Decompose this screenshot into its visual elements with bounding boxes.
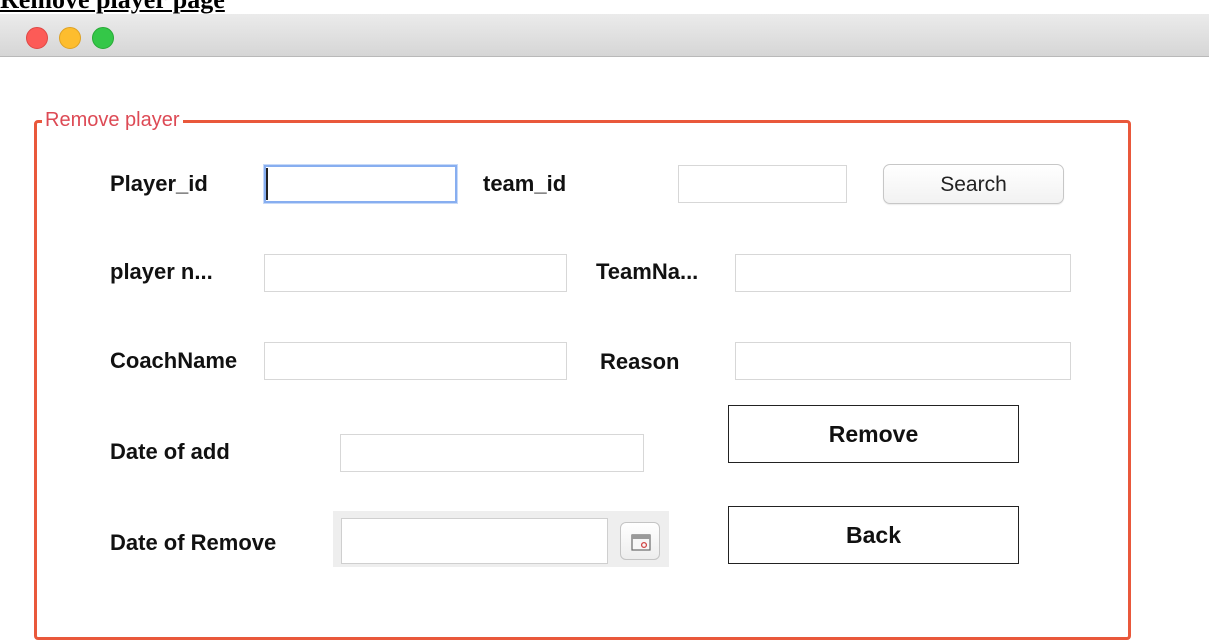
team-name-label: TeamNa... (596, 259, 699, 284)
calendar-icon (631, 534, 651, 551)
team-name-input[interactable] (735, 254, 1071, 292)
date-of-remove-label: Date of Remove (110, 530, 277, 555)
date-of-add-input[interactable] (340, 434, 644, 472)
search-button[interactable]: Search (883, 164, 1064, 204)
date-picker-button[interactable] (620, 522, 660, 560)
team-id-label: team_id (483, 171, 567, 196)
team-id-input[interactable] (678, 165, 847, 203)
reason-input[interactable] (735, 342, 1071, 380)
maximize-window-button[interactable] (92, 27, 114, 49)
text-caret (266, 168, 268, 200)
player-id-input[interactable] (264, 165, 457, 203)
coach-name-input[interactable] (264, 342, 567, 380)
document-heading: Remove player page (0, 0, 225, 14)
window-titlebar (0, 14, 1209, 57)
minimize-window-button[interactable] (59, 27, 81, 49)
reason-label: Reason (600, 349, 680, 374)
group-title: Remove player (42, 106, 183, 134)
date-of-remove-input[interactable] (341, 518, 608, 564)
player-id-label: Player_id (110, 171, 208, 196)
back-button[interactable]: Back (728, 506, 1019, 564)
close-window-button[interactable] (26, 27, 48, 49)
date-of-add-label: Date of add (110, 439, 230, 464)
player-name-input[interactable] (264, 254, 567, 292)
player-name-label: player n... (110, 259, 213, 284)
coach-name-label: CoachName (110, 348, 238, 373)
remove-button[interactable]: Remove (728, 405, 1019, 463)
